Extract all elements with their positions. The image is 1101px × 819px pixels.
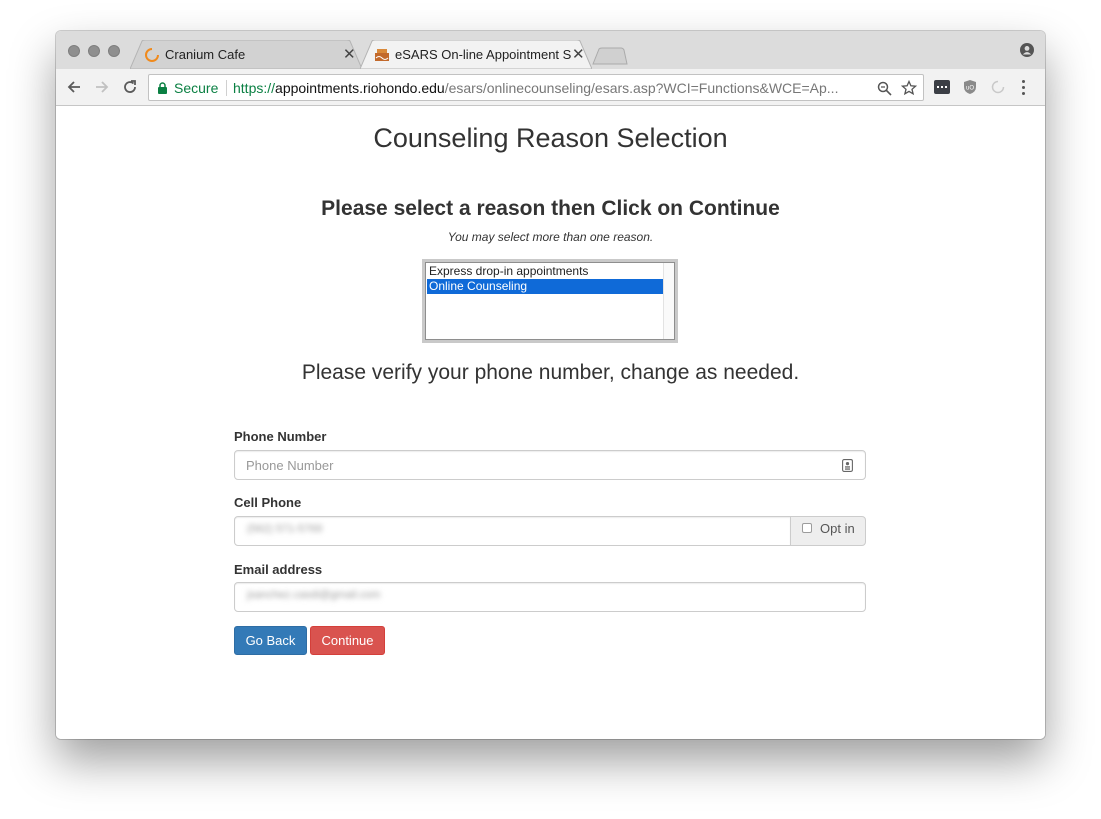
phone-input[interactable]: Phone Number <box>234 450 866 480</box>
opt-in-addon: Opt in <box>790 516 866 546</box>
opt-in-checkbox[interactable] <box>802 523 812 533</box>
reason-hint: You may select more than one reason. <box>447 230 654 244</box>
back-arrow-icon[interactable] <box>66 79 82 95</box>
phone-placeholder: Phone Number <box>246 458 334 473</box>
address-bar[interactable]: Secure https://appointments.riohondo.edu… <box>148 74 924 101</box>
close-tab-icon[interactable]: ✕ <box>572 45 585 63</box>
cell-phone-value: (562) 571-5769 <box>247 523 323 535</box>
profile-icon[interactable] <box>1020 43 1034 57</box>
svg-text:uO: uO <box>966 86 974 92</box>
reason-heading: Please select a reason then Click on Con… <box>321 197 780 220</box>
security-label[interactable]: Secure <box>174 80 218 96</box>
college-seal-icon <box>375 49 389 61</box>
zoom-window-button[interactable] <box>108 45 120 57</box>
reason-listbox[interactable]: Express drop-in appointments Online Coun… <box>422 259 678 343</box>
page-content: Counseling Reason Selection Please selec… <box>56 107 1045 739</box>
continue-button[interactable]: Continue <box>310 626 385 655</box>
close-window-button[interactable] <box>68 45 80 57</box>
reason-option-selected[interactable]: Online Counseling <box>427 279 665 294</box>
reason-option[interactable]: Express drop-in appointments <box>427 264 665 279</box>
email-label: Email address <box>234 562 323 577</box>
omnibox-divider <box>226 80 227 96</box>
email-value: jsanchez.casdi@gmail.com <box>247 589 381 601</box>
reload-icon[interactable] <box>122 79 138 95</box>
browser-window: Cranium Cafe ✕ eSARS On-line Appointment… <box>56 31 1045 739</box>
close-tab-icon[interactable]: ✕ <box>343 45 356 63</box>
extension-ublock-icon[interactable]: uO <box>962 79 978 95</box>
tab-cranium-cafe[interactable]: Cranium Cafe ✕ <box>130 40 362 69</box>
url-text[interactable]: https://appointments.riohondo.edu/esars/… <box>233 80 871 96</box>
bookmark-star-icon[interactable] <box>901 80 917 96</box>
loading-spinner-icon <box>145 48 159 62</box>
tab-strip: Cranium Cafe ✕ eSARS On-line Appointment… <box>56 31 1045 69</box>
cell-phone-input[interactable]: (562) 571-5769 <box>234 516 791 546</box>
phone-heading: Please verify your phone number, change … <box>301 361 800 384</box>
opt-in-label[interactable]: Opt in <box>820 521 855 536</box>
page-title: Counseling Reason Selection <box>373 123 728 153</box>
browser-menu-icon[interactable] <box>1022 80 1026 95</box>
tab-esars[interactable]: eSARS On-line Appointment S ✕ <box>360 40 592 69</box>
zoom-icon[interactable] <box>877 81 892 96</box>
listbox-scrollbar[interactable] <box>663 263 674 339</box>
lock-icon <box>158 82 167 94</box>
phone-label: Phone Number <box>234 429 327 444</box>
cell-phone-label: Cell Phone <box>234 495 302 510</box>
tab-title: Cranium Cafe <box>165 47 246 62</box>
extension-lastpass-icon[interactable] <box>934 80 950 94</box>
tab-title: eSARS On-line Appointment S <box>395 47 572 62</box>
email-input[interactable]: jsanchez.casdi@gmail.com <box>234 582 866 612</box>
go-back-button[interactable]: Go Back <box>234 626 307 655</box>
new-tab-button[interactable] <box>592 47 628 65</box>
contact-card-icon[interactable] <box>842 459 853 472</box>
extension-loading-icon[interactable] <box>991 80 1005 94</box>
forward-arrow-icon[interactable] <box>94 79 110 95</box>
browser-toolbar: Secure https://appointments.riohondo.edu… <box>56 69 1045 106</box>
minimize-window-button[interactable] <box>88 45 100 57</box>
